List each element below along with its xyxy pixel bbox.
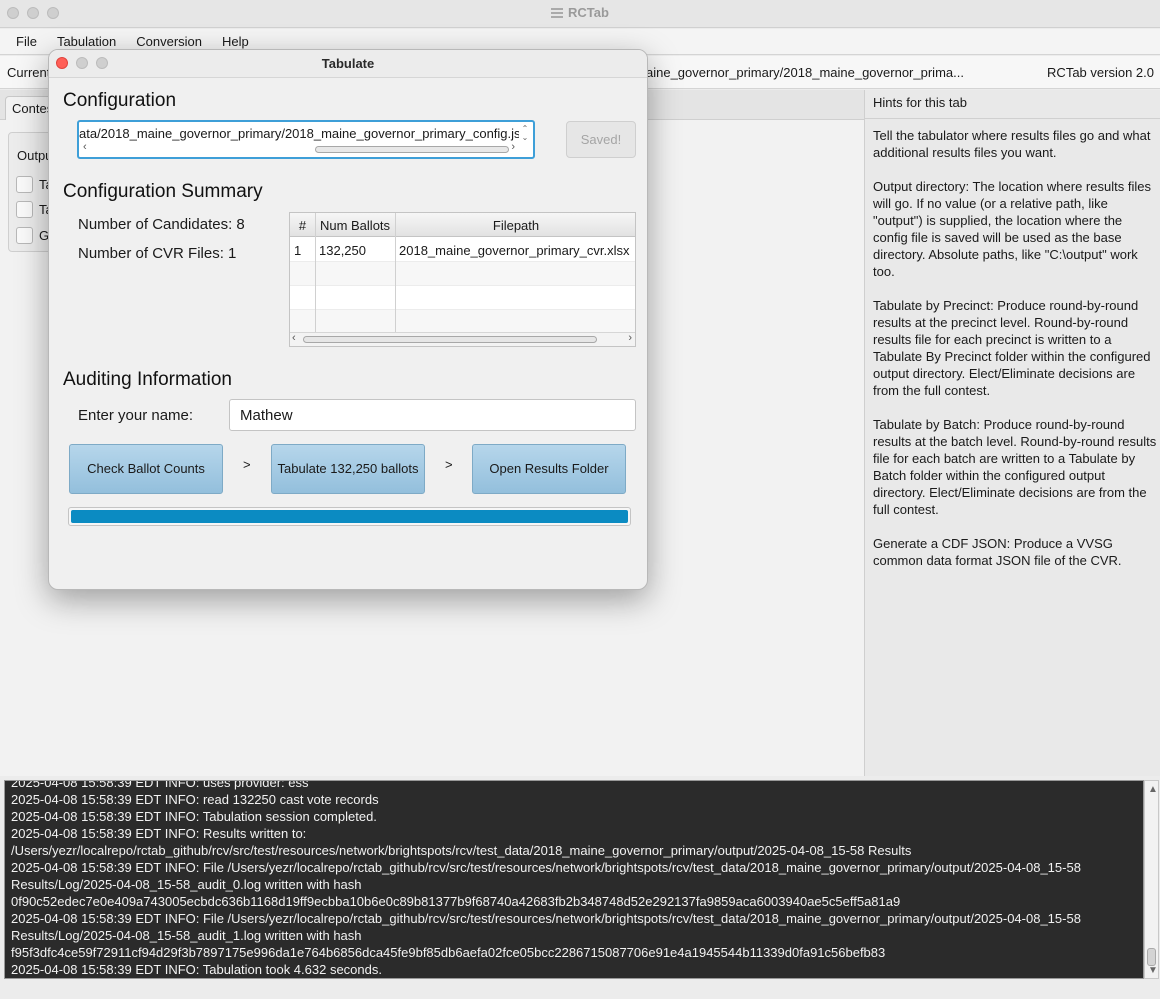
- log-line: Results/Log/2025-04-08_15-58_audit_1.log…: [11, 928, 362, 943]
- config-field-hscroll[interactable]: ‹ ›: [81, 141, 517, 155]
- chevron-down-icon[interactable]: ⌄: [522, 133, 529, 142]
- chevron-up-icon[interactable]: ⌃: [522, 124, 529, 133]
- tabulate-dialog: Tabulate Configuration ata/2018_maine_go…: [48, 49, 648, 590]
- column-header-filepath[interactable]: Filepath: [395, 218, 635, 233]
- dialog-title: Tabulate: [321, 56, 375, 71]
- log-line: f95f3dfc4ce59f72911cf94d29f3b7897175e996…: [11, 945, 886, 960]
- row-number: 1: [294, 243, 302, 258]
- scroll-up-icon[interactable]: ▲: [1148, 784, 1158, 795]
- auditing-heading: Auditing Information: [63, 369, 232, 390]
- option-row: G: [16, 227, 49, 244]
- column-header-num-ballots[interactable]: Num Ballots: [315, 218, 395, 233]
- hints-divider: [865, 118, 1160, 119]
- log-line: 2025-04-08 15:58:39 EDT INFO: File /User…: [11, 860, 1081, 875]
- hint-paragraph: Tabulate by Precinct: Produce round-by-r…: [873, 298, 1151, 398]
- table-row-empty: [290, 286, 635, 310]
- scroll-left-icon[interactable]: ‹: [83, 141, 87, 153]
- tabulation-progress-bar: [68, 507, 631, 526]
- table-scroll-thumb[interactable]: [303, 336, 597, 343]
- hint-paragraph: Tell the tabulator where results files g…: [873, 128, 1151, 160]
- current-config-label: Current: [7, 65, 51, 80]
- log-line: Results/Log/2025-04-08_15-58_audit_0.log…: [11, 877, 362, 892]
- dialog-titlebar: Tabulate: [49, 50, 647, 78]
- table-header: # Num Ballots Filepath: [290, 213, 635, 237]
- log-line: 2025-04-08 15:58:39 EDT INFO: Results wr…: [11, 826, 307, 841]
- table-row-empty: [290, 310, 635, 334]
- candidate-count: Number of Candidates: 8: [78, 216, 245, 233]
- config-path-text: ata/2018_maine_governor_primary/2018_mai…: [79, 126, 519, 141]
- column-divider: [315, 213, 316, 332]
- log-line: 0f90c52edec7e0e409a743005ecbdc636b1168d1…: [11, 894, 901, 909]
- main-titlebar: RCTab: [0, 0, 1160, 28]
- name-label: Enter your name:: [78, 407, 194, 424]
- scroll-right-icon[interactable]: ›: [628, 332, 632, 344]
- saved-button[interactable]: Saved!: [566, 121, 636, 158]
- tabulate-by-batch-checkbox[interactable]: [16, 201, 33, 218]
- log-line: /Users/yezr/localrepo/rctab_github/rcv/s…: [11, 843, 912, 858]
- hint-paragraph: Tabulate by Batch: Produce round-by-roun…: [873, 417, 1157, 517]
- hint-paragraph: Generate a CDF JSON: Produce a VVSG comm…: [873, 536, 1122, 568]
- cvr-file-count: Number of CVR Files: 1: [78, 245, 237, 262]
- log-console[interactable]: 2025-04-08 15:58:39 EDT INFO: uses provi…: [4, 780, 1144, 979]
- log-line: 2025-04-08 15:58:39 EDT INFO: read 13225…: [11, 792, 379, 807]
- name-input[interactable]: [229, 399, 636, 431]
- progress-fill: [71, 510, 628, 523]
- row-num-ballots: 132,250: [319, 243, 366, 258]
- log-scrollbar[interactable]: ▲ ▼: [1144, 780, 1159, 979]
- column-divider: [395, 213, 396, 332]
- version-label: RCTab version 2.0: [1047, 65, 1154, 80]
- table-row[interactable]: 1 132,250 2018_maine_governor_primary_cv…: [290, 238, 635, 262]
- log-line: 2025-04-08 15:58:39 EDT INFO: Tabulation…: [11, 809, 377, 824]
- row-filepath: 2018_maine_governor_primary_cvr.xlsx: [399, 243, 630, 258]
- hints-pane: Hints for this tab Tell the tabulator wh…: [864, 90, 1160, 776]
- hints-title: Hints for this tab: [873, 95, 967, 110]
- log-line: 2025-04-08 15:58:39 EDT INFO: uses provi…: [11, 780, 309, 790]
- step-separator: >: [445, 457, 453, 472]
- window-title: RCTab: [0, 5, 1160, 20]
- app-icon: [551, 8, 564, 18]
- table-hscroll[interactable]: ‹ ›: [290, 332, 635, 346]
- config-field-scroll-thumb[interactable]: [315, 146, 509, 153]
- log-lines: 2025-04-08 15:58:39 EDT INFO: uses provi…: [11, 780, 1139, 978]
- window-bottom: [0, 979, 1160, 999]
- log-line: 2025-04-08 15:58:39 EDT INFO: File /User…: [11, 911, 1081, 926]
- menu-file[interactable]: File: [6, 29, 47, 55]
- log-line: 2025-04-08 15:58:39 EDT INFO: Tabulation…: [11, 962, 382, 977]
- hints-body: Tell the tabulator where results files g…: [873, 127, 1157, 586]
- scroll-down-icon[interactable]: ▼: [1148, 965, 1158, 976]
- scroll-left-icon[interactable]: ‹: [292, 332, 296, 344]
- scroll-right-icon[interactable]: ›: [511, 141, 515, 153]
- column-header-number[interactable]: #: [290, 218, 315, 233]
- log-scroll-thumb[interactable]: [1147, 948, 1156, 966]
- window-title-text: RCTab: [568, 5, 609, 20]
- check-ballot-counts-button[interactable]: Check Ballot Counts: [69, 444, 223, 494]
- tabulate-button[interactable]: Tabulate 132,250 ballots: [271, 444, 425, 494]
- current-config-path: aine_governor_primary/2018_maine_governo…: [646, 65, 964, 80]
- tabulate-by-precinct-checkbox[interactable]: [16, 176, 33, 193]
- cvr-files-table[interactable]: # Num Ballots Filepath 1 132,250 2018_ma…: [289, 212, 636, 347]
- configuration-summary-heading: Configuration Summary: [63, 181, 263, 202]
- table-row-empty: [290, 262, 635, 286]
- configuration-heading: Configuration: [63, 90, 177, 111]
- config-path-field[interactable]: ata/2018_maine_governor_primary/2018_mai…: [77, 120, 535, 159]
- config-field-vscroll[interactable]: ⌃ ⌄: [519, 124, 531, 144]
- hint-paragraph: Output directory: The location where res…: [873, 179, 1151, 279]
- step-separator: >: [243, 457, 251, 472]
- open-results-folder-button[interactable]: Open Results Folder: [472, 444, 626, 494]
- generate-cdf-json-checkbox[interactable]: [16, 227, 33, 244]
